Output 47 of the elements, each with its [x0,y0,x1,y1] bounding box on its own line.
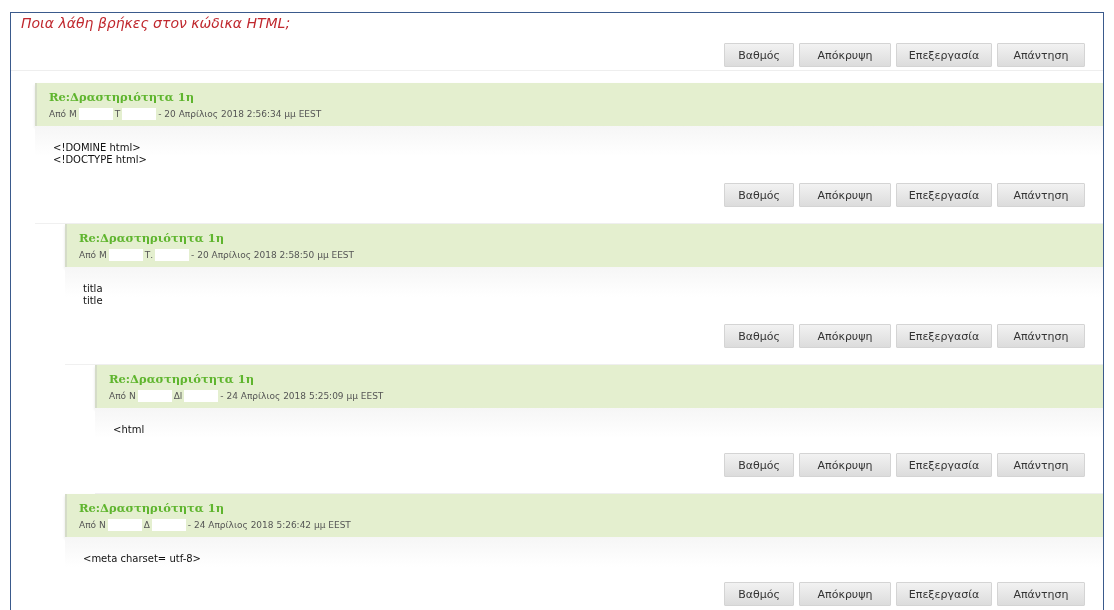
post-date: - 20 Απρίλιος 2018 2:58:50 μμ EEST [191,250,355,260]
redaction-block [108,249,143,261]
action-button[interactable]: Επεξεργασία [896,582,992,606]
author-name: Από Ν [109,391,136,401]
author-name: Δ [143,520,150,530]
author-name: Τ [114,109,121,119]
action-button[interactable]: Απάντηση [997,183,1085,207]
action-button[interactable]: Απόκρυψη [799,582,891,606]
action-button[interactable]: Επεξεργασία [896,43,992,67]
action-button[interactable]: Απόκρυψη [799,453,891,477]
redaction-block [122,108,157,120]
author-name: Τ. [144,250,154,260]
author-name: Από Μ [49,109,77,119]
redaction-block [107,519,142,531]
action-button[interactable]: Επεξεργασία [896,324,992,348]
redaction-block [151,519,186,531]
post-text: <meta charset= utf-8> [83,553,202,565]
post-date: - 20 Απρίλιος 2018 2:56:34 μμ EEST [158,109,322,119]
post-date: - 24 Απρίλιος 2018 5:25:09 μμ EEST [220,391,384,401]
post-text: titla [83,283,104,295]
action-button[interactable]: Επεξεργασία [896,453,992,477]
author-name: Από Ν [79,520,106,530]
action-button[interactable]: Βαθμός [724,43,794,67]
action-button[interactable]: Βαθμός [724,324,794,348]
redaction-block [137,390,172,402]
action-button[interactable]: Βαθμός [724,582,794,606]
post-text: <html [113,424,146,436]
post-date: - 24 Απρίλιος 2018 5:26:42 μμ EEST [187,520,351,530]
question-heading: Ποια λάθη βρήκες στον κώδικα HTML; [20,14,292,31]
action-button[interactable]: Απόκρυψη [799,183,891,207]
redaction-block [155,249,190,261]
action-button[interactable]: Βαθμός [724,453,794,477]
redaction-block [184,390,219,402]
action-button[interactable]: Απόκρυψη [799,43,891,67]
post-text: <!DOCTYPE html> [53,154,148,166]
post-text: <!DOMINE html> [53,142,142,154]
action-button[interactable]: Επεξεργασία [896,183,992,207]
author-name: Από Μ [79,250,107,260]
action-button[interactable]: Απάντηση [997,43,1085,67]
action-button[interactable]: Απόκρυψη [799,324,891,348]
author-name: Δl [173,391,183,401]
action-button[interactable]: Απάντηση [997,582,1085,606]
redaction-block [78,108,113,120]
action-button[interactable]: Βαθμός [724,183,794,207]
action-button[interactable]: Απάντηση [997,324,1085,348]
post-text: title [83,295,104,307]
action-button[interactable]: Απάντηση [997,453,1085,477]
